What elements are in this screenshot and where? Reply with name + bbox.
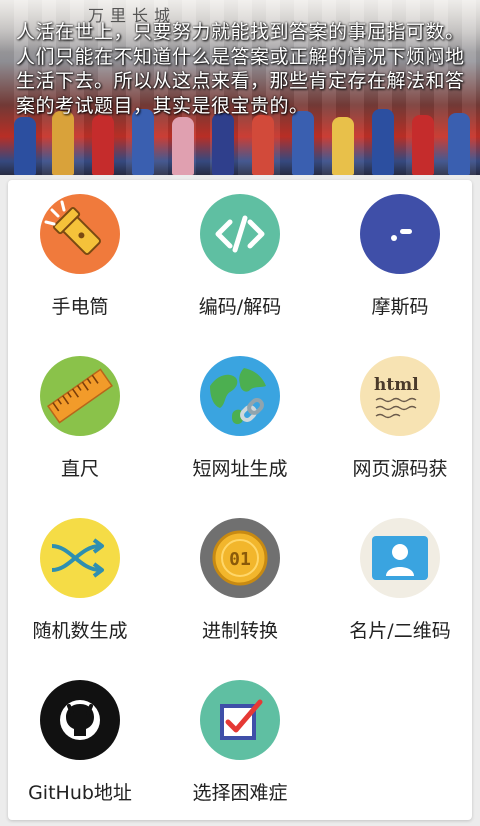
tool-github[interactable]: GitHub地址	[5, 666, 155, 826]
tool-label: 名片/二维码	[349, 620, 451, 642]
banner-quote: 人活在世上，只要努力就能找到答案的事屈指可数。人们只能在不知道什么是答案或正解的…	[16, 21, 465, 117]
tool-random-number[interactable]: 随机数生成	[5, 504, 155, 664]
tool-page-source[interactable]: html 网页源码获	[325, 342, 475, 502]
tool-label: GitHub地址	[28, 782, 132, 804]
tool-label: 网页源码获	[352, 458, 448, 480]
tool-grid: 手电筒 编码/解码 摩斯码 直尺 短网址生成 html 网页源码获 随机数生成 …	[8, 180, 472, 820]
svg-text:html: html	[374, 375, 419, 395]
tool-ruler[interactable]: 直尺	[5, 342, 155, 502]
ruler-icon	[40, 356, 120, 436]
morse-code-icon	[360, 194, 440, 274]
html-paper-icon: html	[360, 356, 440, 436]
globe-link-icon	[200, 356, 280, 436]
tool-label: 随机数生成	[32, 620, 128, 642]
tool-label: 短网址生成	[192, 458, 288, 480]
tool-label: 手电筒	[51, 296, 109, 318]
tool-label: 进制转换	[201, 620, 278, 642]
tool-label: 选择困难症	[192, 782, 288, 804]
code-icon	[200, 194, 280, 274]
binary-coin-icon: 01	[200, 518, 280, 598]
tool-flashlight[interactable]: 手电筒	[5, 180, 155, 340]
tool-morse-code[interactable]: 摩斯码	[325, 180, 475, 340]
contact-card-icon	[360, 518, 440, 598]
tool-decision-helper[interactable]: 选择困难症	[165, 666, 315, 826]
tool-encode-decode[interactable]: 编码/解码	[165, 180, 315, 340]
tool-label: 摩斯码	[371, 296, 429, 318]
tool-label: 编码/解码	[198, 296, 282, 318]
header-banner: 万里长城 人活在世上，只要努力就能找到答案的事屈指可数。人们只能在不知道什么是答…	[0, 0, 480, 175]
github-icon	[40, 680, 120, 760]
tool-card-qrcode[interactable]: 名片/二维码	[325, 504, 475, 664]
tool-base-conversion[interactable]: 01 进制转换	[165, 504, 315, 664]
flashlight-icon	[40, 194, 120, 274]
shuffle-icon	[40, 518, 120, 598]
tool-short-url[interactable]: 短网址生成	[165, 342, 315, 502]
checkbox-icon	[200, 680, 280, 760]
svg-text:01: 01	[229, 549, 251, 570]
tool-label: 直尺	[60, 458, 99, 480]
